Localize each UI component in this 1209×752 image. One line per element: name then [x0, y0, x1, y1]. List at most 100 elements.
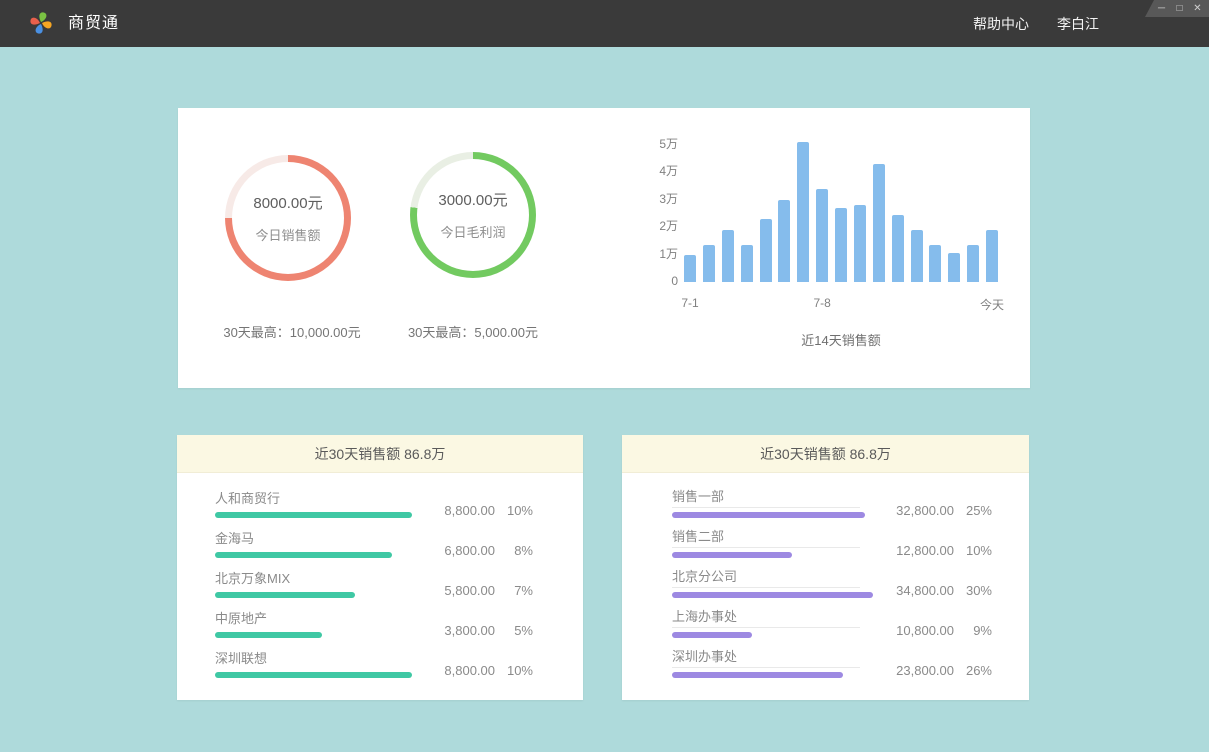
chart-y-axis: 5万4万3万2万1万0 — [646, 131, 678, 295]
chart-bar — [892, 215, 904, 282]
chart-caption: 近14天销售额 — [684, 330, 998, 349]
rank-item-amount: 8,800.00 — [420, 503, 495, 518]
rank-item-bar — [672, 632, 752, 638]
customer-rank-row: 中原地产3,800.005% — [215, 610, 533, 638]
rank-item-left: 人和商贸行 — [215, 490, 420, 518]
titlebar: 商贸通 帮助中心 李白江 ─ □ ✕ — [0, 0, 1209, 47]
rank-item-values: 32,800.0025% — [879, 503, 992, 518]
rank-item-name: 北京万象MIX — [215, 570, 420, 587]
x-tick-label: 7-8 — [813, 296, 830, 310]
rank-item-amount: 5,800.00 — [420, 583, 495, 598]
chart-bar — [741, 245, 753, 282]
chart-bar — [722, 230, 734, 282]
rank-item-bar — [215, 512, 412, 518]
rank-item-left: 深圳联想 — [215, 650, 420, 678]
rank-item-amount: 34,800.00 — [879, 583, 954, 598]
logo-pinwheel-icon — [28, 10, 54, 36]
customer-rank-row: 北京万象MIX5,800.007% — [215, 570, 533, 598]
user-menu[interactable]: 李白江 — [1057, 14, 1099, 34]
customer-rank-row: 人和商贸行8,800.0010% — [215, 490, 533, 518]
maximize-icon[interactable]: □ — [1174, 4, 1185, 14]
rank-item-bar — [215, 552, 392, 558]
chart-bar — [948, 253, 960, 282]
y-tick-label: 5万 — [646, 131, 678, 158]
rank-item-name: 深圳联想 — [215, 650, 420, 667]
rank-item-left: 销售二部 — [672, 528, 879, 558]
today-profit-ring: 3000.00元 今日毛利润 — [410, 152, 536, 278]
rank-item-left: 上海办事处 — [672, 608, 879, 638]
rank-item-bar — [672, 592, 873, 598]
customer-rank-title: 近30天销售额 86.8万 — [177, 435, 583, 473]
customer-rank-row: 金海马6,800.008% — [215, 530, 533, 558]
customer-rank-row: 深圳联想8,800.0010% — [215, 650, 533, 678]
help-center-link[interactable]: 帮助中心 — [973, 14, 1029, 34]
rank-item-name: 深圳办事处 — [672, 648, 860, 668]
today-profit-ring-center: 3000.00元 今日毛利润 — [417, 159, 529, 271]
chart-bar — [967, 245, 979, 282]
chart-bar — [911, 230, 923, 282]
chart-bar — [929, 245, 941, 282]
chart-bar — [684, 255, 696, 282]
rank-item-name: 中原地产 — [215, 610, 420, 627]
rank-item-left: 北京万象MIX — [215, 570, 420, 598]
rank-item-values: 23,800.0026% — [879, 663, 992, 678]
close-icon[interactable]: ✕ — [1192, 4, 1203, 14]
rank-item-name: 北京分公司 — [672, 568, 860, 588]
rank-item-left: 销售一部 — [672, 488, 879, 518]
rank-item-bar — [672, 672, 843, 678]
chart-bar — [797, 142, 809, 282]
today-sales-label: 今日销售额 — [255, 225, 320, 244]
rank-item-percent: 7% — [495, 583, 533, 598]
rank-item-percent: 10% — [954, 543, 992, 558]
rank-item-values: 8,800.0010% — [420, 503, 533, 518]
rank-item-percent: 5% — [495, 623, 533, 638]
rank-item-amount: 23,800.00 — [879, 663, 954, 678]
rank-item-amount: 10,800.00 — [879, 623, 954, 638]
rank-item-values: 34,800.0030% — [879, 583, 992, 598]
rank-item-left: 中原地产 — [215, 610, 420, 638]
department-rank-row: 北京分公司 34,800.0030% — [672, 570, 992, 598]
rank-item-percent: 25% — [954, 503, 992, 518]
rank-item-percent: 10% — [495, 663, 533, 678]
today-sales-ring-center: 8000.00元 今日销售额 — [232, 162, 344, 274]
rank-item-values: 3,800.005% — [420, 623, 533, 638]
chart-bar — [854, 205, 866, 282]
today-sales-ring: 8000.00元 今日销售额 — [225, 155, 351, 281]
rank-item-amount: 3,800.00 — [420, 623, 495, 638]
rank-item-bar — [215, 672, 412, 678]
app-title: 商贸通 — [68, 0, 119, 47]
rank-item-name: 销售一部 — [672, 488, 860, 508]
rank-item-percent: 9% — [954, 623, 992, 638]
minimize-icon[interactable]: ─ — [1156, 4, 1167, 14]
rank-item-amount: 8,800.00 — [420, 663, 495, 678]
today-profit-label: 今日毛利润 — [440, 222, 505, 241]
customer-rank-card: 近30天销售额 86.8万 人和商贸行8,800.0010%金海马6,800.0… — [177, 435, 583, 700]
department-rank-title: 近30天销售额 86.8万 — [622, 435, 1029, 473]
titlebar-nav: 帮助中心 李白江 — [973, 0, 1099, 47]
chart-bar — [873, 164, 885, 282]
today-overview-card: 8000.00元 今日销售额 30天最高：10,000.00元 3000.00元… — [178, 108, 1030, 388]
y-tick-label: 1万 — [646, 241, 678, 268]
rank-item-name: 上海办事处 — [672, 608, 860, 628]
rank-item-left: 金海马 — [215, 530, 420, 558]
chart-bar — [778, 200, 790, 282]
department-rank-body: 销售一部 32,800.0025% 销售二部 12,800.0010% 北京分公司 34,… — [622, 473, 1029, 678]
window-controls: ─ □ ✕ — [1145, 0, 1209, 17]
today-sales-value: 8000.00元 — [253, 192, 322, 213]
y-tick-label: 3万 — [646, 186, 678, 213]
chart-bar — [703, 245, 715, 282]
rank-item-percent: 30% — [954, 583, 992, 598]
rank-item-name: 销售二部 — [672, 528, 860, 548]
rank-item-values: 5,800.007% — [420, 583, 533, 598]
x-tick-label: 今天 — [980, 296, 1004, 313]
department-rank-card: 近30天销售额 86.8万 销售一部 32,800.0025% 销售二部 12,800… — [622, 435, 1029, 700]
y-tick-label: 0 — [646, 268, 678, 295]
rank-item-amount: 32,800.00 — [879, 503, 954, 518]
profit-30d-max: 30天最高：5,000.00元 — [353, 322, 593, 341]
rank-item-bar — [215, 592, 355, 598]
rank-item-values: 8,800.0010% — [420, 663, 533, 678]
today-profit-value: 3000.00元 — [438, 189, 507, 210]
rank-item-values: 12,800.0010% — [879, 543, 992, 558]
department-rank-row: 深圳办事处 23,800.0026% — [672, 650, 992, 678]
chart-bar — [835, 208, 847, 282]
